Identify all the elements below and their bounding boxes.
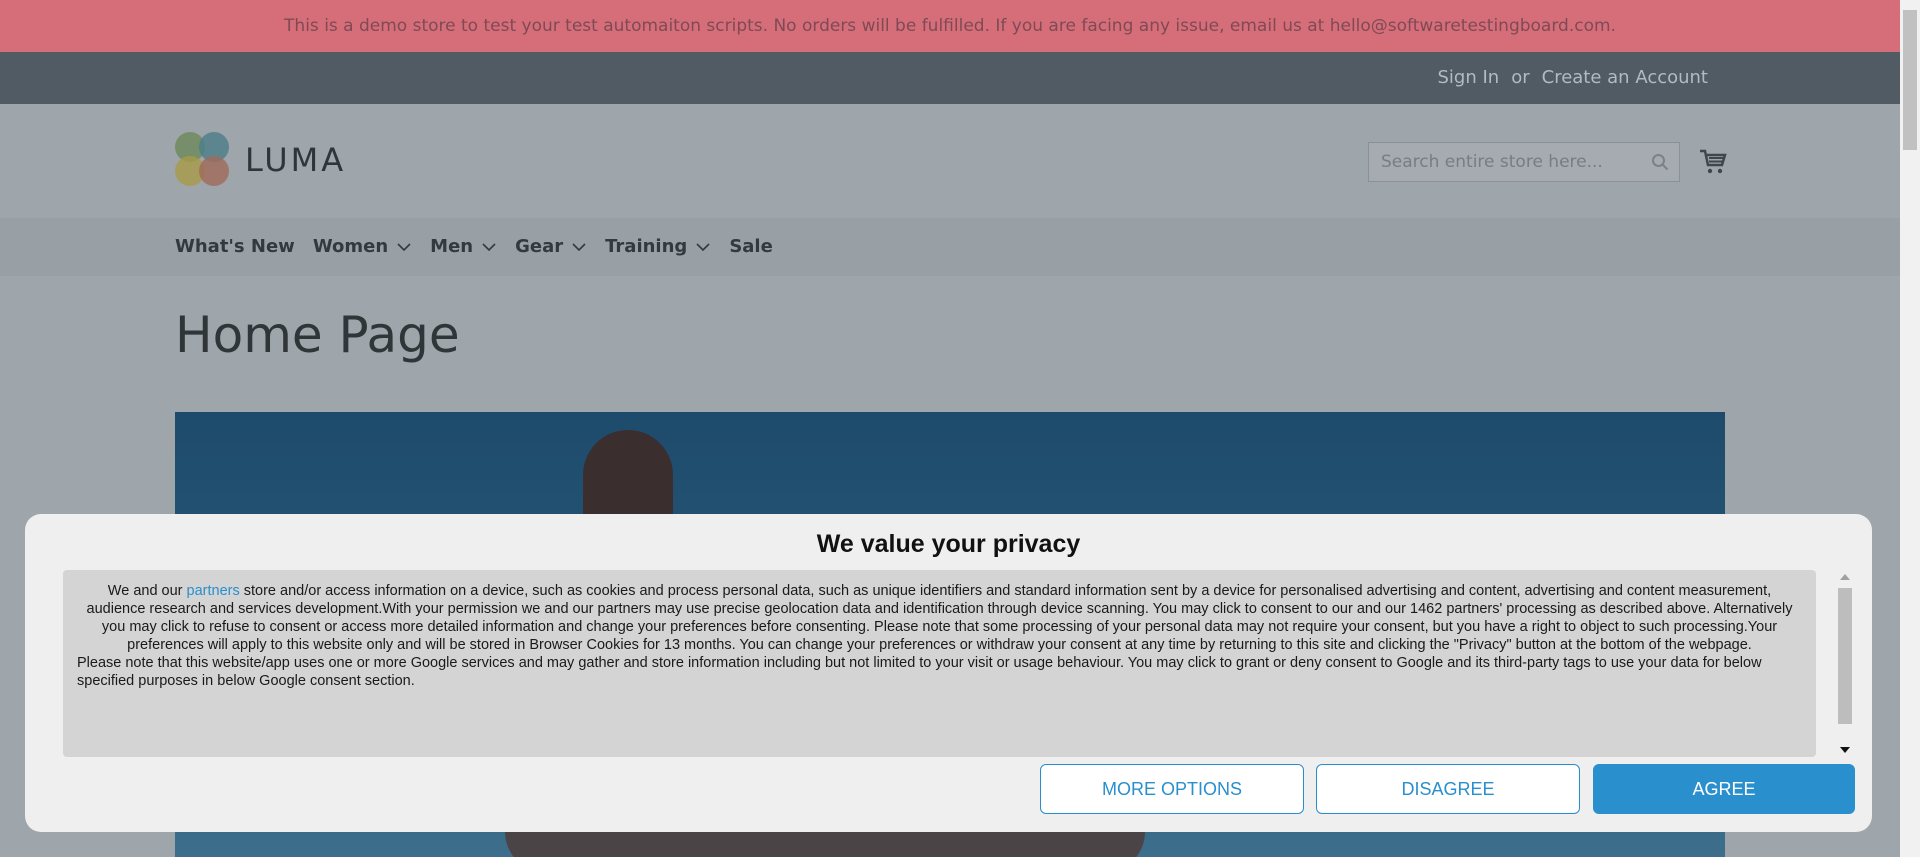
- consent-title: We value your privacy: [816, 530, 1081, 558]
- page-title: Home Page: [175, 306, 460, 364]
- cart-icon[interactable]: [1698, 146, 1728, 176]
- nav-item-label: Sale: [729, 236, 773, 257]
- page-scrollbar-thumb[interactable]: [1903, 10, 1917, 150]
- logo[interactable]: LUMA: [175, 132, 346, 188]
- nav-item-what-s-new[interactable]: What's New: [175, 236, 295, 257]
- luma-logo-icon: [175, 132, 231, 188]
- nav-items: What's New Women Men Gear Training Sale: [175, 236, 773, 257]
- more-options-button[interactable]: MORE OPTIONS: [1040, 764, 1304, 814]
- chevron-down-icon: [696, 242, 710, 251]
- search-placeholder: Search entire store here...: [1381, 152, 1603, 172]
- or-text: or: [1511, 67, 1530, 88]
- nav-item-label: Gear: [515, 236, 564, 257]
- logo-text: LUMA: [245, 141, 347, 179]
- scroll-down-arrow-icon[interactable]: [1840, 747, 1850, 753]
- search-input[interactable]: Search entire store here...: [1368, 142, 1680, 182]
- page-scrollbar[interactable]: [1900, 0, 1920, 857]
- nav-item-label: What's New: [175, 236, 295, 257]
- header-panel: Sign In or Create an Account: [0, 52, 1900, 104]
- chevron-down-icon: [482, 242, 496, 251]
- nav-item-label: Training: [605, 236, 688, 257]
- nav-item-men[interactable]: Men: [430, 236, 497, 257]
- nav-item-label: Women: [312, 236, 389, 257]
- sign-in-link[interactable]: Sign In: [1438, 67, 1500, 88]
- create-account-link[interactable]: Create an Account: [1542, 67, 1708, 88]
- consent-paragraph-2: Please note that this website/app uses o…: [77, 655, 1762, 689]
- chevron-down-icon: [397, 242, 411, 251]
- header-main: LUMA Search entire store here...: [0, 104, 1900, 218]
- nav-item-gear[interactable]: Gear: [515, 236, 587, 257]
- nav-item-label: Men: [430, 236, 474, 257]
- partners-link[interactable]: partners: [187, 583, 240, 599]
- demo-store-banner: This is a demo store to test your test a…: [0, 0, 1900, 52]
- consent-scrollbar[interactable]: [1836, 570, 1854, 757]
- consent-body: We and our partners store and/or access …: [63, 570, 1816, 757]
- agree-button[interactable]: AGREE: [1593, 764, 1855, 814]
- search-icon[interactable]: [1651, 153, 1669, 171]
- nav-item-training[interactable]: Training: [605, 236, 711, 257]
- header-links: Sign In or Create an Account: [1438, 67, 1709, 88]
- chevron-down-icon: [572, 242, 586, 251]
- scroll-up-arrow-icon[interactable]: [1840, 574, 1850, 580]
- consent-scrollbar-thumb[interactable]: [1838, 588, 1852, 724]
- privacy-consent-dialog: We value your privacy We and our partner…: [25, 514, 1872, 832]
- main-navigation: What's New Women Men Gear Training Sale: [0, 218, 1900, 276]
- nav-item-women[interactable]: Women: [313, 236, 412, 257]
- consent-paragraph-1: We and our partners store and/or access …: [86, 583, 1793, 653]
- disagree-button[interactable]: DISAGREE: [1316, 764, 1580, 814]
- nav-item-sale[interactable]: Sale: [729, 236, 773, 257]
